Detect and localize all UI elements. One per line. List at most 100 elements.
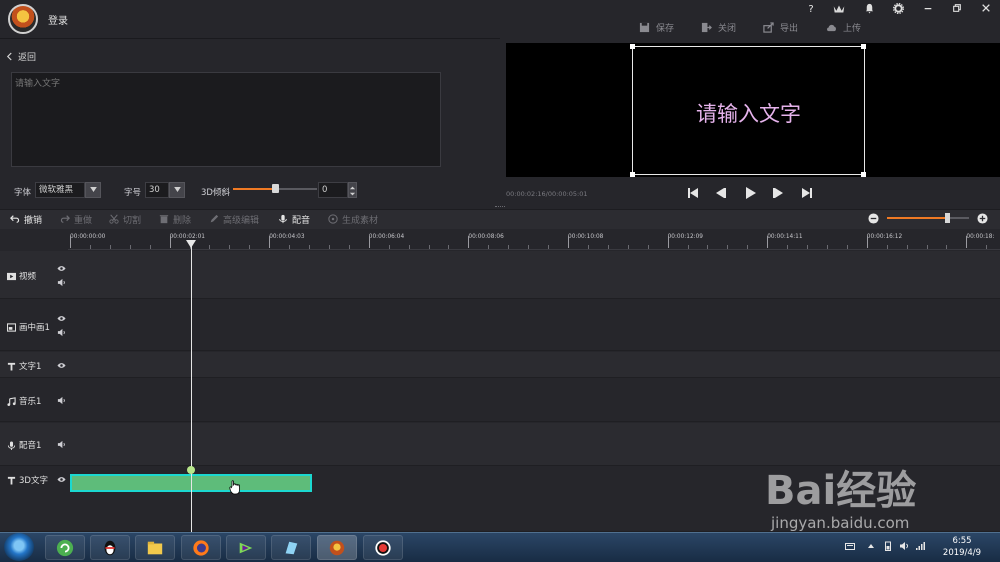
skip-start-icon[interactable] [684,184,702,202]
size-dropdown-button[interactable] [169,182,185,198]
minimize-icon[interactable] [919,3,937,17]
login-link[interactable]: 登录 [48,12,68,27]
upload-button[interactable]: 上传 [826,20,861,34]
taskbar-app-explorer[interactable] [135,535,175,560]
playhead-marker[interactable] [186,240,196,248]
close-icon[interactable] [977,3,995,17]
taskbar-app-firefox[interactable] [181,535,221,560]
ruler-tick-mark [866,236,868,248]
prev-frame-icon[interactable] [712,184,730,202]
taskbar-app-qq[interactable] [90,535,130,560]
battery-icon[interactable] [883,541,893,551]
tilt-stepper[interactable] [348,182,357,198]
ruler-minor-tick [607,245,609,249]
bell-icon[interactable] [860,3,878,17]
undo-icon [10,215,20,223]
taskbar-app-notes[interactable] [271,535,311,560]
eye-icon[interactable] [57,314,66,323]
tilt-slider-knob[interactable] [272,184,279,193]
volume-icon[interactable] [899,541,909,551]
zoom-slider-knob[interactable] [944,213,950,223]
resize-handle[interactable] [630,172,635,177]
generate-material-button[interactable]: 生成素材 [328,212,378,226]
skip-end-icon[interactable] [798,184,816,202]
ruler-tick-label: 00:00:00:00 [70,234,106,240]
tilt-value-field[interactable]: 0 [318,182,348,198]
track-row[interactable] [0,300,1000,351]
media-player-icon [239,542,253,553]
resize-handle[interactable] [861,172,866,177]
help-icon[interactable]: ? [802,3,820,17]
track-row[interactable] [0,379,1000,422]
close-project-button[interactable]: 关闭 [701,20,736,34]
keyboard-icon[interactable] [845,541,855,551]
dub-button[interactable]: 配音 [278,212,310,226]
eye-icon[interactable] [57,264,66,273]
mic-icon [7,440,16,450]
resize-handle[interactable] [630,44,635,49]
track-header-3d-text[interactable]: 3D文字 [7,474,48,486]
zoom-in-icon[interactable] [977,213,988,224]
taskbar-app-refresh[interactable] [45,535,85,560]
speaker-icon[interactable] [57,396,66,405]
speaker-icon[interactable] [57,440,66,449]
resize-handle[interactable] [861,44,866,49]
eye-icon[interactable] [57,475,66,484]
gear-icon[interactable] [889,2,907,17]
redo-button[interactable]: 重做 [60,212,92,226]
size-select[interactable]: 30 [145,182,169,198]
back-button[interactable]: 返回 [6,50,36,63]
eye-icon[interactable] [57,361,66,370]
vip-icon[interactable] [830,3,848,17]
save-button[interactable]: 保存 [639,20,674,34]
ruler-tick-mark [767,236,769,248]
ruler-tick-label: 00:00:14:11 [767,234,803,240]
track-name: 配音1 [19,441,42,451]
taskbar-clock[interactable]: 6:55 2019/4/9 [936,535,988,559]
show-hidden-icons-icon[interactable] [866,541,876,551]
font-select[interactable]: 微软雅黑 [35,182,85,198]
pip-icon [7,322,16,332]
track-row[interactable] [0,251,1000,299]
start-button[interactable] [4,533,34,561]
speaker-icon[interactable] [57,278,66,287]
next-frame-icon[interactable] [769,184,787,202]
text-input[interactable] [11,72,441,167]
font-dropdown-button[interactable] [85,182,101,198]
track-header-pip[interactable]: 画中画1 [7,321,50,333]
track-row[interactable] [0,352,1000,378]
export-button[interactable]: 导出 [763,20,798,34]
timeline-ruler[interactable] [68,230,1000,250]
network-icon[interactable] [915,541,925,551]
ruler-minor-tick [707,245,709,249]
taskbar-app-recorder[interactable] [363,535,403,560]
ruler-minor-tick [309,245,311,249]
watermark-brand: Bai经验 [765,468,917,514]
track-header-dub[interactable]: 配音1 [7,439,41,451]
playhead-line[interactable] [191,242,192,532]
zoom-out-icon[interactable] [868,213,879,224]
track-header-video[interactable]: 视频 [7,270,36,282]
ruler-minor-tick [807,245,809,249]
play-icon[interactable] [741,184,759,202]
chevron-down-icon [173,187,181,192]
restore-icon[interactable] [948,3,966,17]
speaker-icon[interactable] [57,328,66,337]
hand-cursor-icon [229,480,240,495]
preview-timecode: 00:00:02:16/00:00:05:01 [506,190,588,198]
ruler-minor-tick [986,245,988,249]
upload-label: 上传 [843,23,862,34]
advanced-edit-button[interactable]: 高级编辑 [209,212,259,226]
scissors-icon [109,214,119,224]
delete-button[interactable]: 删除 [159,212,191,226]
track-header-music[interactable]: 音乐1 [7,395,41,407]
playhead-dot[interactable] [187,466,195,474]
taskbar-app-editor[interactable] [317,535,357,560]
taskbar-app-media[interactable] [226,535,266,560]
ruler-minor-tick [727,245,729,249]
text-icon [7,476,16,485]
undo-button[interactable]: 撤销 [10,212,42,226]
track-header-text[interactable]: 文字1 [7,360,41,372]
cut-button[interactable]: 切割 [109,212,141,226]
ruler-tick-label: 00:00:08:06 [468,234,504,240]
